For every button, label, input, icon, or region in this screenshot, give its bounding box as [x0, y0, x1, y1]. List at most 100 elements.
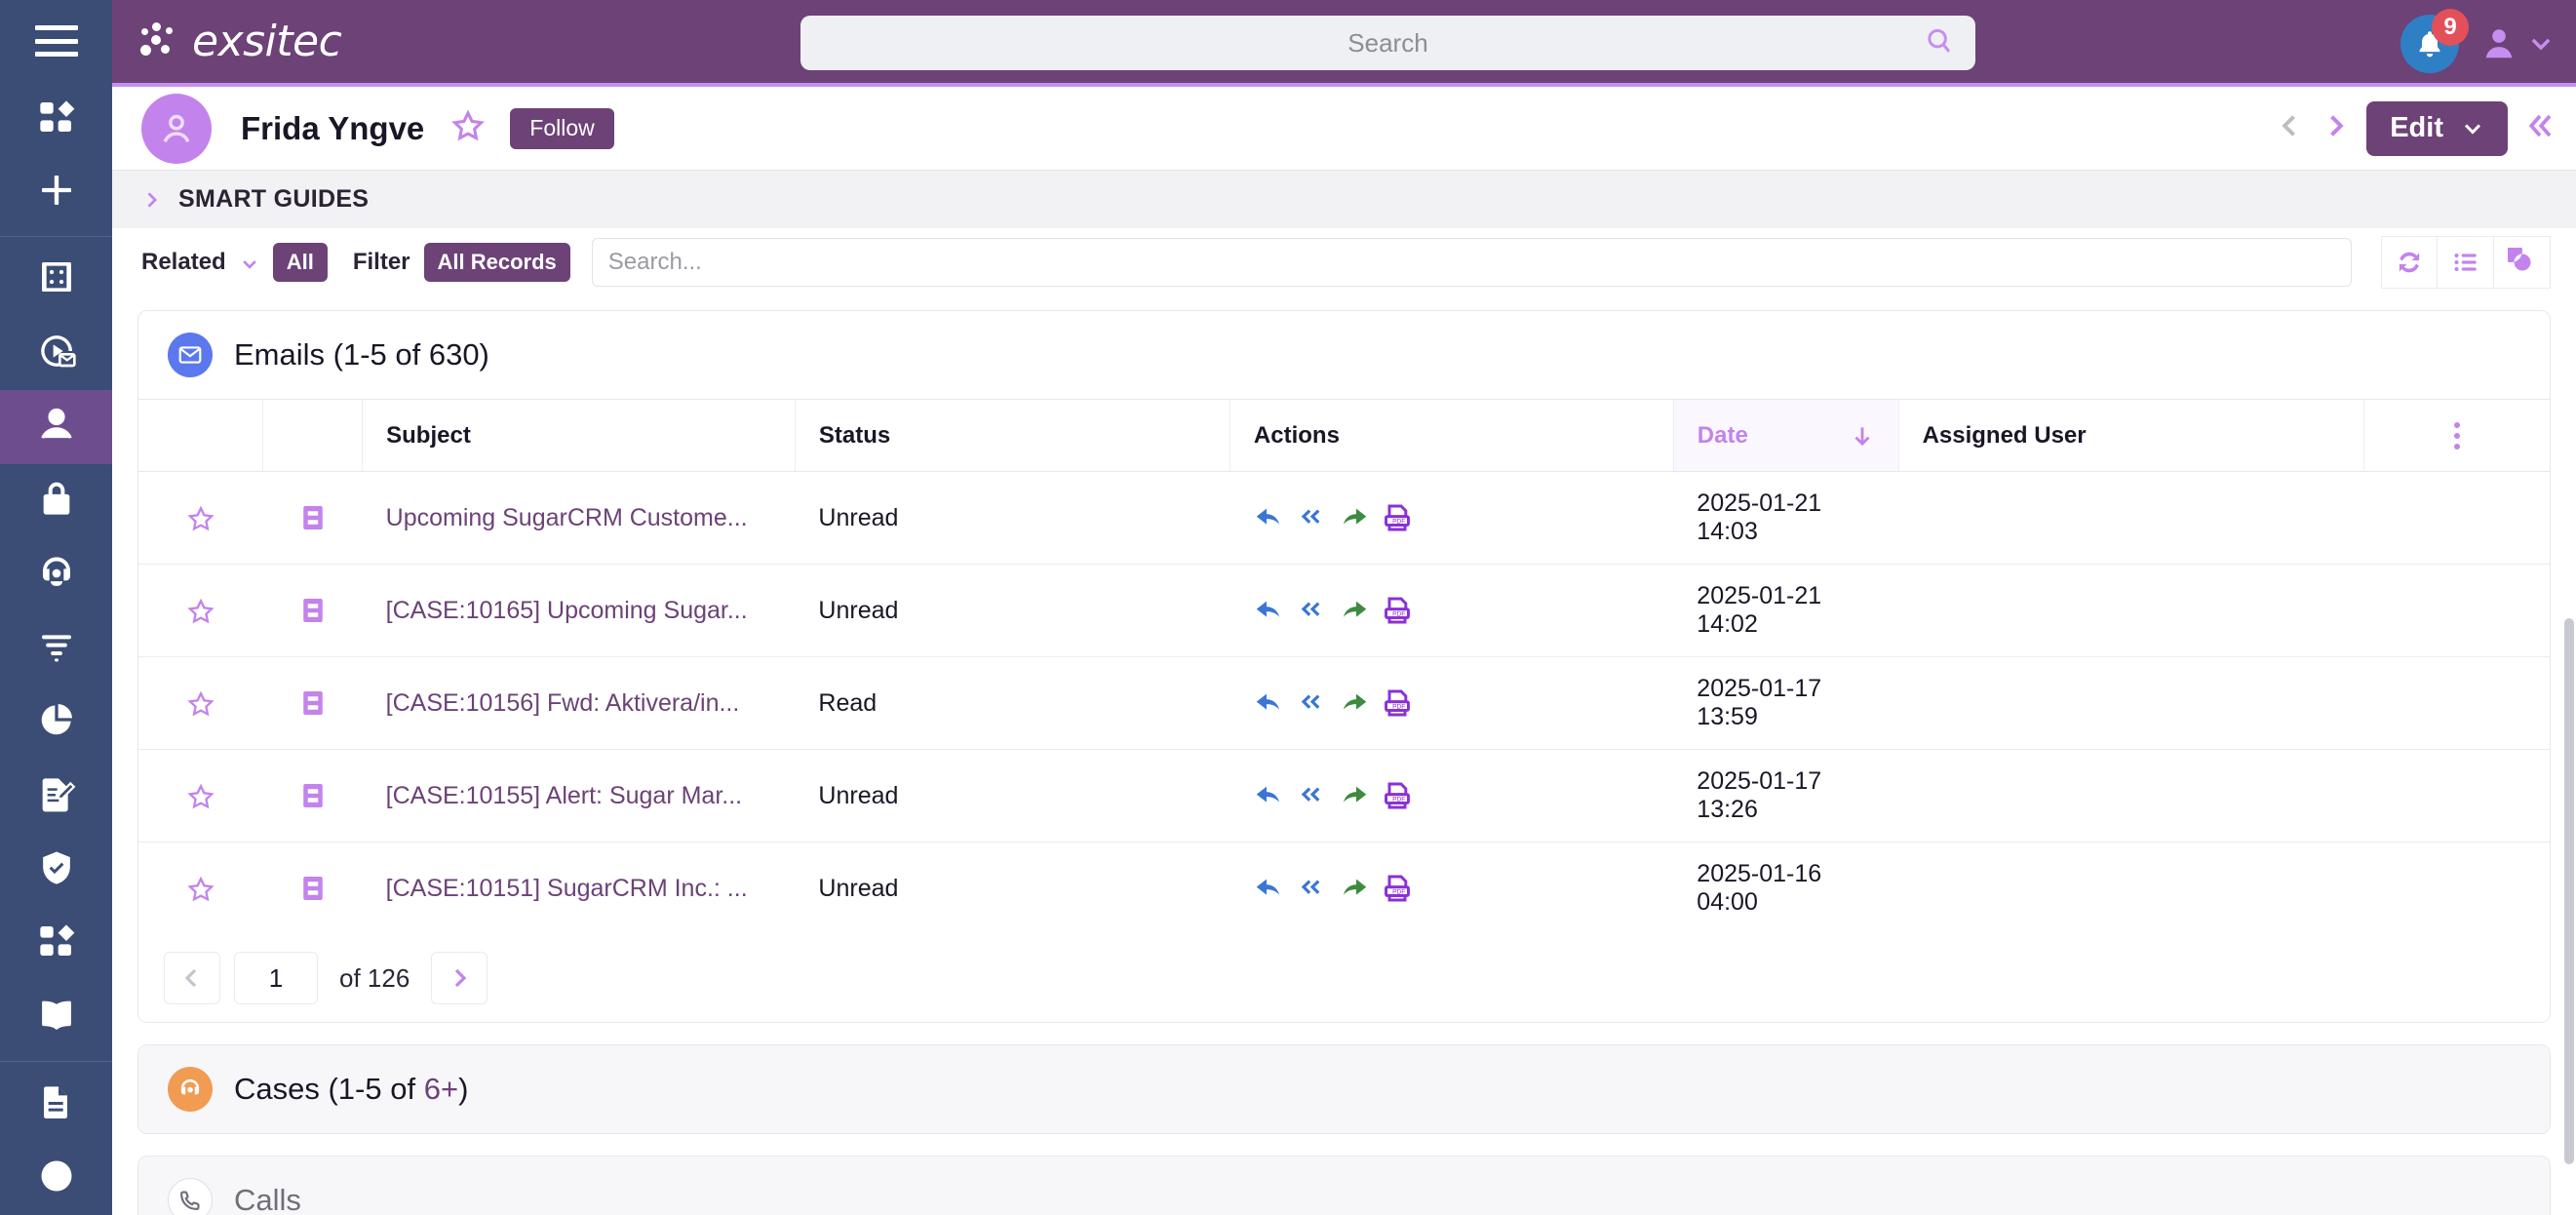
column-type[interactable]	[262, 399, 363, 472]
forward-icon[interactable]	[1339, 780, 1370, 811]
reply-icon[interactable]	[1253, 780, 1284, 811]
kebab-menu-icon[interactable]	[2388, 421, 2526, 450]
column-assigned-user[interactable]: Assigned User	[1897, 399, 2364, 472]
brand-logo[interactable]: exsitec	[139, 17, 342, 66]
row-favorite-cell[interactable]	[138, 564, 263, 657]
sidebar-item-modules[interactable]	[0, 907, 112, 981]
sidebar-item-notes[interactable]	[0, 760, 112, 834]
reply-all-icon[interactable]	[1296, 502, 1327, 533]
pdf-icon[interactable]: PDF	[1382, 502, 1413, 533]
row-subject-cell[interactable]: [CASE:10151] SugarCRM Inc.: ...	[363, 843, 796, 935]
reply-all-icon[interactable]	[1296, 780, 1327, 811]
sidebar-item-documents[interactable]	[0, 1068, 112, 1142]
sidebar-item-dashboard[interactable]	[0, 243, 112, 317]
table-row[interactable]: [CASE:10151] SugarCRM Inc.: ... Unread P…	[138, 843, 2550, 935]
sidebar-item-help[interactable]	[0, 1141, 112, 1215]
row-subject-cell[interactable]: [CASE:10155] Alert: Sugar Mar...	[362, 749, 796, 843]
previous-record-button[interactable]	[2277, 112, 2304, 144]
row-favorite-cell[interactable]	[138, 749, 263, 843]
notifications-button[interactable]: 9	[2400, 8, 2469, 73]
related-value-pill[interactable]: All	[272, 243, 328, 282]
row-favorite-cell[interactable]	[138, 656, 263, 750]
table-row[interactable]: [CASE:10165] Upcoming Sugar... Unread PD…	[138, 564, 2550, 657]
row-more-cell[interactable]	[2363, 749, 2550, 843]
row-subject-cell[interactable]: Upcoming SugarCRM Custome...	[362, 471, 796, 565]
email-subject-link[interactable]: [CASE:10151] SugarCRM Inc.: ...	[386, 875, 772, 903]
column-more[interactable]	[2362, 399, 2550, 472]
reply-icon[interactable]	[1253, 687, 1284, 719]
hamburger-icon[interactable]	[34, 25, 78, 58]
row-more-cell[interactable]	[2363, 564, 2550, 657]
table-row[interactable]: [CASE:10155] Alert: Sugar Mar... Unread …	[138, 749, 2550, 843]
search-input[interactable]: Search	[800, 16, 1975, 70]
email-subject-link[interactable]: [CASE:10156] Fwd: Aktivera/in...	[386, 689, 772, 718]
global-search[interactable]: Search	[800, 16, 1975, 70]
page-number-input[interactable]	[234, 952, 318, 1004]
chevron-down-icon[interactable]	[240, 251, 259, 274]
column-date[interactable]: Date	[1672, 399, 1899, 472]
reply-icon[interactable]	[1253, 595, 1284, 626]
next-record-button[interactable]	[2322, 112, 2349, 144]
column-status[interactable]: Status	[794, 399, 1230, 472]
row-more-cell[interactable]	[2363, 843, 2550, 935]
row-favorite-cell[interactable]	[138, 843, 263, 935]
follow-button[interactable]: Follow	[510, 107, 614, 149]
row-more-cell[interactable]	[2363, 471, 2550, 565]
star-icon[interactable]	[187, 596, 215, 624]
next-page-button[interactable]	[431, 952, 488, 1004]
panel-emails-header[interactable]: Emails (1-5 of 630)	[138, 311, 2550, 399]
pdf-icon[interactable]: PDF	[1382, 687, 1413, 719]
history-button[interactable]	[2494, 236, 2551, 289]
list-view-button[interactable]	[2438, 236, 2494, 289]
reply-all-icon[interactable]	[1296, 595, 1327, 626]
user-menu-button[interactable]	[2480, 25, 2555, 62]
forward-icon[interactable]	[1339, 873, 1370, 904]
sidebar-menu-toggle[interactable]	[0, 0, 112, 83]
vertical-scrollbar[interactable]	[2564, 618, 2574, 1164]
sidebar-item-security[interactable]	[0, 464, 112, 538]
row-subject-cell[interactable]: [CASE:10165] Upcoming Sugar...	[362, 564, 796, 657]
pdf-icon[interactable]: PDF	[1382, 595, 1413, 626]
email-subject-link[interactable]: [CASE:10165] Upcoming Sugar...	[386, 597, 772, 625]
email-subject-link[interactable]: Upcoming SugarCRM Custome...	[386, 504, 772, 532]
row-more-cell[interactable]	[2363, 656, 2550, 750]
sidebar-item-cases[interactable]	[0, 538, 112, 612]
panel-cases-header[interactable]: Cases (1-5 of 6+)	[138, 1045, 2550, 1133]
sidebar-item-apps[interactable]	[0, 82, 112, 156]
table-row[interactable]: Upcoming SugarCRM Custome... Unread PDF	[138, 471, 2550, 565]
related-search-input[interactable]	[591, 238, 2352, 287]
sidebar-item-knowledge-base[interactable]	[0, 981, 112, 1055]
row-favorite-cell[interactable]	[138, 471, 263, 565]
star-icon[interactable]	[187, 688, 215, 717]
forward-icon[interactable]	[1339, 595, 1370, 626]
pdf-icon[interactable]: PDF	[1382, 873, 1413, 904]
edit-button[interactable]: Edit	[2366, 100, 2508, 156]
reply-all-icon[interactable]	[1296, 687, 1327, 719]
reply-all-icon[interactable]	[1296, 873, 1327, 904]
table-row[interactable]: [CASE:10156] Fwd: Aktivera/in... Read PD…	[138, 656, 2550, 750]
search-icon[interactable]	[1925, 26, 1954, 60]
sidebar-item-contacts[interactable]	[0, 390, 112, 464]
favorite-button[interactable]	[451, 109, 486, 147]
column-actions[interactable]: Actions	[1229, 399, 1674, 472]
reply-icon[interactable]	[1253, 873, 1284, 904]
column-subject[interactable]: Subject	[362, 399, 796, 472]
column-favorite[interactable]	[138, 399, 263, 472]
sidebar-item-reports-filter[interactable]	[0, 611, 112, 686]
sidebar-item-activity-stream[interactable]	[0, 316, 112, 390]
panel-calls-header[interactable]: Calls	[138, 1156, 2550, 1215]
star-icon[interactable]	[187, 781, 215, 809]
sidebar-item-shield[interactable]	[0, 833, 112, 907]
star-icon[interactable]	[187, 874, 215, 902]
forward-icon[interactable]	[1339, 502, 1370, 533]
star-icon[interactable]	[187, 503, 215, 531]
pdf-icon[interactable]: PDF	[1382, 780, 1413, 811]
email-subject-link[interactable]: [CASE:10155] Alert: Sugar Mar...	[386, 782, 772, 810]
refresh-button[interactable]	[2381, 236, 2438, 289]
sidebar-item-analytics[interactable]	[0, 686, 112, 760]
row-subject-cell[interactable]: [CASE:10156] Fwd: Aktivera/in...	[362, 656, 796, 750]
reply-icon[interactable]	[1253, 502, 1284, 533]
filter-value-pill[interactable]: All Records	[423, 243, 570, 282]
previous-page-button[interactable]	[164, 952, 220, 1004]
sidebar-item-add[interactable]	[0, 156, 112, 230]
